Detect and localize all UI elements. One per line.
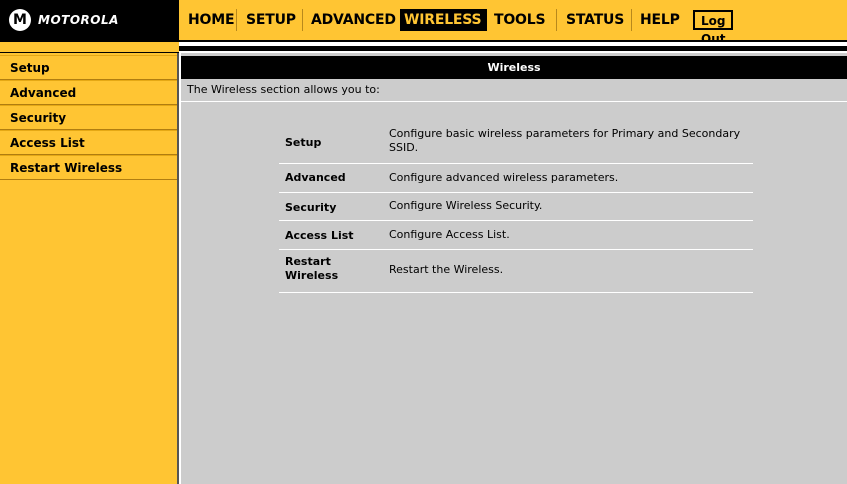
- nav-wireless[interactable]: WIRELESS: [400, 9, 487, 31]
- nav-home[interactable]: HOME: [184, 9, 235, 31]
- description-table: Setup Configure basic wireless parameter…: [279, 121, 753, 293]
- top-navigation-bar: M MOTOROLA HOME SETUP ADVANCED WIRELESS …: [0, 0, 847, 46]
- row-description: Configure advanced wireless parameters.: [389, 171, 619, 184]
- row-name: Setup: [285, 136, 322, 149]
- brand-logo: M MOTOROLA: [0, 0, 179, 40]
- sidebar-item-advanced[interactable]: Advanced: [0, 80, 177, 105]
- row-name: Access List: [285, 229, 354, 242]
- nav-status[interactable]: STATUS: [562, 9, 625, 31]
- nav-tools[interactable]: TOOLS: [490, 9, 550, 31]
- table-row: Setup Configure basic wireless parameter…: [279, 121, 753, 164]
- page-title: Wireless: [181, 56, 847, 79]
- row-description: Configure Wireless Security.: [389, 199, 543, 212]
- intro-text: The Wireless section allows you to:: [187, 83, 380, 96]
- sidebar-item-access-list[interactable]: Access List: [0, 130, 177, 155]
- logo-mark: M: [13, 12, 27, 28]
- row-description: Configure Access List.: [389, 228, 510, 241]
- row-description: Configure basic wireless parameters for …: [389, 127, 741, 154]
- nav-advanced[interactable]: ADVANCED: [307, 9, 397, 31]
- table-row: Advanced Configure advanced wireless par…: [279, 164, 753, 193]
- nav-help[interactable]: HELP: [636, 9, 681, 31]
- sidebar-top-divider: [0, 40, 179, 53]
- row-description: Restart the Wireless.: [389, 263, 504, 276]
- nav-divider: [236, 9, 237, 31]
- nav-divider: [631, 9, 632, 31]
- brand-name: MOTOROLA: [38, 13, 119, 27]
- table-row: Access List Configure Access List.: [279, 221, 753, 250]
- row-name: Security: [285, 201, 337, 214]
- row-name: Restart Wireless: [285, 255, 339, 282]
- motorola-logo-icon: M: [9, 9, 31, 31]
- intro-divider: [181, 101, 847, 102]
- table-row: Restart Wireless Restart the Wireless.: [279, 250, 753, 293]
- nav-divider: [556, 9, 557, 31]
- sidebar-item-setup[interactable]: Setup: [0, 55, 177, 80]
- row-name: Advanced: [285, 171, 346, 184]
- sidebar-item-security[interactable]: Security: [0, 105, 177, 130]
- content-top-divider: [179, 40, 847, 53]
- main-content: Wireless The Wireless section allows you…: [181, 53, 847, 484]
- nav-divider: [302, 9, 303, 31]
- table-row: Security Configure Wireless Security.: [279, 193, 753, 221]
- nav-setup[interactable]: SETUP: [242, 9, 296, 31]
- sidebar: Setup Advanced Security Access List Rest…: [0, 53, 179, 484]
- logout-button[interactable]: Log Out: [693, 10, 734, 46]
- sidebar-item-restart-wireless[interactable]: Restart Wireless: [0, 155, 177, 180]
